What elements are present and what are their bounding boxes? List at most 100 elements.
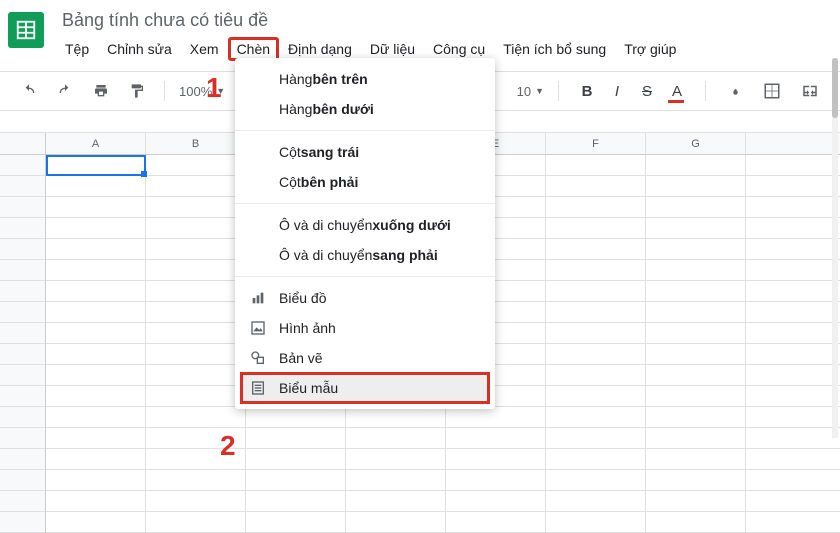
cell[interactable]: [546, 470, 646, 491]
cell[interactable]: [646, 302, 746, 323]
cell[interactable]: [146, 344, 246, 365]
row-header[interactable]: [0, 386, 46, 407]
cell[interactable]: [346, 470, 446, 491]
cell[interactable]: [546, 155, 646, 176]
cell[interactable]: [446, 428, 546, 449]
cell[interactable]: [546, 302, 646, 323]
row-header[interactable]: [0, 260, 46, 281]
cell[interactable]: [146, 281, 246, 302]
cell[interactable]: [346, 491, 446, 512]
row-header[interactable]: [0, 155, 46, 176]
cell[interactable]: [346, 428, 446, 449]
column-header[interactable]: [746, 133, 840, 155]
cell[interactable]: [446, 470, 546, 491]
cell[interactable]: [446, 407, 546, 428]
cell[interactable]: [246, 491, 346, 512]
cell[interactable]: [746, 344, 840, 365]
select-all-corner[interactable]: [0, 133, 46, 155]
cell[interactable]: [46, 281, 146, 302]
row-header[interactable]: [0, 470, 46, 491]
insert-image[interactable]: Hình ảnh: [235, 313, 495, 343]
cell[interactable]: [146, 323, 246, 344]
cell[interactable]: [46, 449, 146, 470]
cell[interactable]: [246, 512, 346, 533]
cell[interactable]: [146, 365, 246, 386]
cell[interactable]: [146, 260, 246, 281]
row-header[interactable]: [0, 512, 46, 533]
cell[interactable]: [746, 197, 840, 218]
strikethrough-button[interactable]: S: [633, 77, 661, 105]
cell[interactable]: [46, 197, 146, 218]
cell[interactable]: [746, 260, 840, 281]
cell[interactable]: [746, 512, 840, 533]
insert-form[interactable]: Biểu mẫu: [241, 373, 489, 403]
menu-edit[interactable]: Chỉnh sửa: [98, 37, 181, 61]
cell[interactable]: [146, 407, 246, 428]
cell[interactable]: [46, 155, 146, 176]
cell[interactable]: [146, 512, 246, 533]
fill-color-button[interactable]: [720, 77, 748, 105]
cell[interactable]: [46, 176, 146, 197]
row-header[interactable]: [0, 491, 46, 512]
insert-drawing[interactable]: Bản vẽ: [235, 343, 495, 373]
cell[interactable]: [46, 260, 146, 281]
cell[interactable]: [646, 407, 746, 428]
cell[interactable]: [646, 449, 746, 470]
cell[interactable]: [346, 407, 446, 428]
column-header[interactable]: G: [646, 133, 746, 155]
cell[interactable]: [546, 239, 646, 260]
menu-view[interactable]: Xem: [181, 37, 228, 61]
cell[interactable]: [46, 407, 146, 428]
merge-cells-button[interactable]: [796, 77, 824, 105]
cell[interactable]: [46, 386, 146, 407]
cell[interactable]: [746, 323, 840, 344]
cell[interactable]: [646, 491, 746, 512]
cell[interactable]: [746, 470, 840, 491]
cell[interactable]: [646, 218, 746, 239]
cell[interactable]: [646, 239, 746, 260]
cell[interactable]: [746, 239, 840, 260]
cell[interactable]: [546, 260, 646, 281]
font-size-select[interactable]: 10▼: [517, 84, 544, 99]
cell[interactable]: [646, 386, 746, 407]
cell[interactable]: [646, 281, 746, 302]
insert-cells-down[interactable]: Ô và di chuyển xuống dưới: [235, 210, 495, 240]
cell[interactable]: [46, 470, 146, 491]
cell[interactable]: [746, 302, 840, 323]
cell[interactable]: [146, 197, 246, 218]
cell[interactable]: [146, 470, 246, 491]
cell[interactable]: [646, 197, 746, 218]
insert-row-below[interactable]: Hàng bên dưới: [235, 94, 495, 124]
italic-button[interactable]: I: [603, 77, 631, 105]
insert-col-right[interactable]: Cột bên phải: [235, 167, 495, 197]
menu-addons[interactable]: Tiện ích bổ sung: [494, 37, 615, 61]
cell[interactable]: [546, 176, 646, 197]
column-header[interactable]: A: [46, 133, 146, 155]
cell[interactable]: [446, 512, 546, 533]
cell[interactable]: [146, 491, 246, 512]
cell[interactable]: [146, 239, 246, 260]
document-title[interactable]: Bảng tính chưa có tiêu đề: [56, 8, 685, 33]
row-header[interactable]: [0, 302, 46, 323]
insert-col-left[interactable]: Cột sang trái: [235, 137, 495, 167]
cell[interactable]: [346, 449, 446, 470]
cell[interactable]: [746, 386, 840, 407]
cell[interactable]: [546, 365, 646, 386]
cell[interactable]: [546, 428, 646, 449]
cell[interactable]: [746, 176, 840, 197]
cell[interactable]: [146, 302, 246, 323]
cell[interactable]: [146, 176, 246, 197]
paint-format-button[interactable]: [124, 78, 150, 104]
text-color-button[interactable]: A: [663, 77, 691, 105]
cell[interactable]: [746, 428, 840, 449]
row-header[interactable]: [0, 428, 46, 449]
row-header[interactable]: [0, 407, 46, 428]
cell[interactable]: [446, 491, 546, 512]
bold-button[interactable]: B: [573, 77, 601, 105]
menu-help[interactable]: Trợ giúp: [615, 37, 685, 61]
cell[interactable]: [546, 281, 646, 302]
cell[interactable]: [546, 323, 646, 344]
row-header[interactable]: [0, 344, 46, 365]
cell[interactable]: [746, 365, 840, 386]
cell[interactable]: [46, 302, 146, 323]
